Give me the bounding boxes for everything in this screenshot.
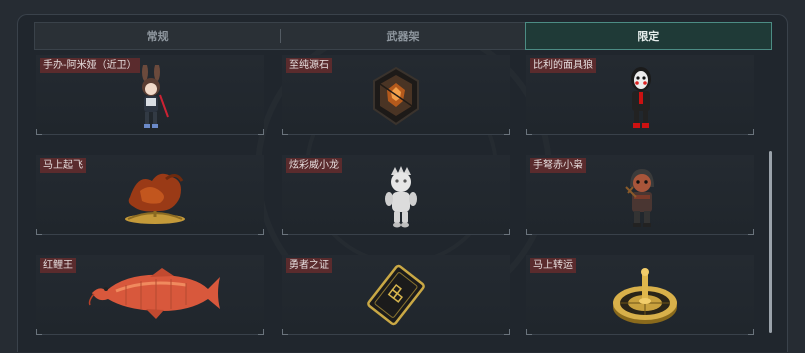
item-card[interactable]: 勇者之证 [282,255,510,335]
tab-weapon-rack[interactable]: 武器架 [280,23,525,49]
golden-wheel-icon [613,268,677,324]
item-card[interactable]: 马上起飞 [36,155,264,235]
item-card[interactable]: 手弩赤小枭 [526,155,754,235]
item-name-label: 炫彩威小龙 [286,158,342,173]
item-name-label: 马上起飞 [40,158,86,173]
item-grid: 手办-阿米娅（近卫） 至纯源石 比利的面具狼 马上起飞 炫彩威小龙 手弩赤小枭 … [36,55,766,353]
item-card[interactable]: 马上转运 [526,255,754,335]
tab-regular[interactable]: 常规 [35,23,280,49]
item-name-label: 比利的面具狼 [530,58,596,73]
item-name-label: 手办-阿米娅（近卫） [40,58,140,73]
item-card[interactable]: 红鲤王 [36,255,264,335]
billy-mask-figure-icon [631,67,651,128]
hero-card-icon [367,264,425,326]
crossbow-hooded-figure-icon [625,169,654,227]
item-name-label: 马上转运 [530,258,576,273]
item-name-label: 红鲤王 [40,258,76,273]
item-card[interactable]: 比利的面具狼 [526,55,754,135]
category-tabs: 常规 武器架 限定 [34,22,772,50]
item-card[interactable]: 手办-阿米娅（近卫） [36,55,264,135]
tab-limited[interactable]: 限定 [524,22,772,50]
scrollbar-thumb[interactable] [769,151,772,333]
item-name-label: 手弩赤小枭 [530,158,586,173]
white-dragon-figure-icon [385,166,417,228]
item-card[interactable]: 炫彩威小龙 [282,155,510,235]
red-carp-icon [88,268,220,319]
item-card[interactable]: 至纯源石 [282,55,510,135]
amiya-figure-icon [142,65,169,128]
item-name-label: 至纯源石 [286,58,332,73]
flying-horse-statue-icon [125,173,185,224]
item-name-label: 勇者之证 [286,258,332,273]
originium-crystal-icon [373,66,419,126]
